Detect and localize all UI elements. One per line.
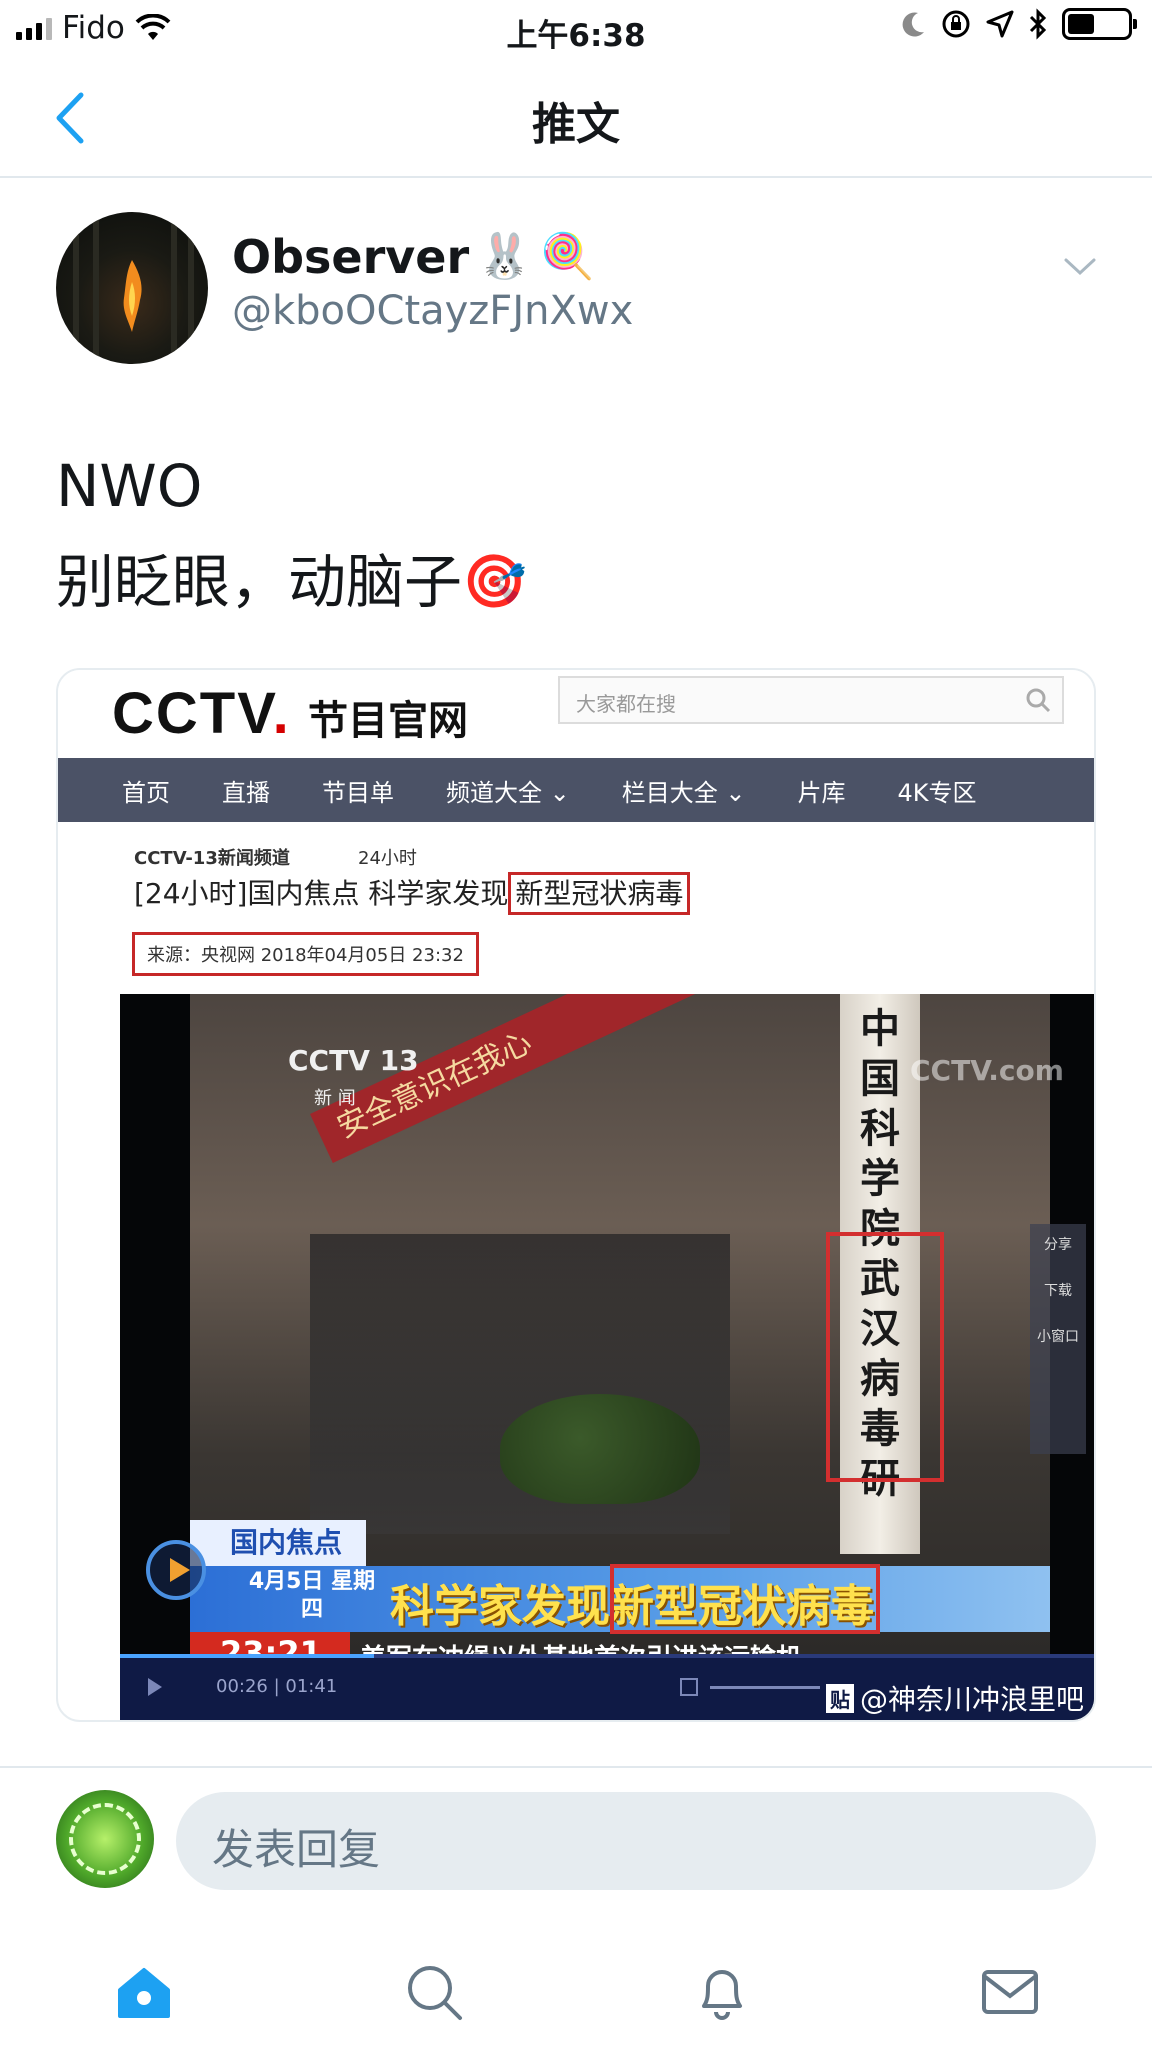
reply-input[interactable]: 发表回复 — [176, 1792, 1096, 1890]
cctv13-mark-sub: 新 闻 — [314, 1088, 356, 1109]
status-right — [900, 8, 1137, 40]
display-name[interactable]: Observer — [232, 230, 469, 284]
share-control: 分享 — [1044, 1237, 1072, 1253]
channel-tag: 24小时 — [358, 848, 417, 869]
cctv-nav-item: 节目单 — [322, 778, 394, 807]
video-time: 00:26 | 01:41 — [216, 1676, 338, 1697]
cctv-nav-item: 直播 — [222, 778, 270, 807]
video-player: 安全意识在我心 中国科学院武汉病毒研 CCTV 13 新 闻 CCTV.com … — [120, 994, 1094, 1720]
credit-text: @神奈川冲浪里吧 — [859, 1683, 1084, 1716]
cctv-nav-item: 片库 — [797, 778, 846, 807]
cctv-search-placeholder: 大家都在搜 — [576, 692, 676, 716]
rotation-lock-icon — [942, 10, 970, 38]
bluetooth-icon — [1029, 8, 1047, 40]
cctv-nav: 首页 直播 节目单 频道大全 ⌄ 栏目大全 ⌄ 片库 4K专区 — [58, 758, 1094, 822]
cctv-watermark: CCTV.com — [910, 1054, 1064, 1087]
location-icon — [986, 10, 1014, 38]
reply-avatar — [56, 1790, 154, 1888]
cctv-logo-sub: 节目官网 — [308, 698, 468, 744]
article-source: 来源：央视网 2018年04月05日 23:32 — [132, 932, 479, 976]
news-lower-third: 国内焦点 4月5日 星期四 科学家发现新型冠状病毒 23:21 美军在冲绳以外基… — [190, 1520, 1050, 1688]
search-tab-icon[interactable] — [402, 1960, 466, 2024]
status-bar: Fido 上午6:38 — [0, 0, 1152, 58]
chevron-down-icon[interactable] — [1060, 246, 1100, 286]
cctv13-mark: CCTV 13 — [288, 1044, 419, 1077]
download-control: 下载 — [1044, 1283, 1072, 1299]
page-title: 推文 — [532, 99, 620, 150]
messages-mail-icon[interactable] — [978, 1960, 1042, 2024]
cctv-nav-item: 4K专区 — [897, 778, 977, 807]
tieba-badge: 贴 — [825, 1683, 854, 1713]
tweet-text-line1: NWO — [56, 452, 203, 520]
cctv-nav-item: 首页 — [122, 778, 170, 807]
user-handle[interactable]: @kboOCtayzFJnXwx — [232, 288, 633, 334]
cctv-article-header: CCTV-13新闻频道 24小时 [24小时]国内焦点 科学家发现 新型冠状病毒 … — [58, 822, 1094, 982]
video-progress — [120, 1654, 1094, 1658]
tweet-text-line2-row: 别眨眼，动脑子 🎯 — [56, 534, 527, 630]
video-controls: 00:26 | 01:41 贴 @神奈川冲浪里吧 — [120, 1654, 1094, 1720]
notifications-bell-icon[interactable] — [690, 1960, 754, 2024]
reply-divider — [0, 1766, 1152, 1768]
name-row: Observer 🐰 🍭 — [232, 230, 595, 284]
video-side-controls: 分享 下载 小窗口 — [1030, 1224, 1086, 1454]
avatar-image — [73, 212, 194, 364]
moon-icon — [902, 12, 924, 37]
volume-icon — [680, 1678, 698, 1696]
cctv-nav-item: 频道大全 ⌄ — [446, 778, 570, 807]
pillar-highlight-box — [826, 1232, 944, 1482]
tab-bar — [0, 1930, 1152, 2048]
nav-bar: 推文 — [0, 58, 1152, 178]
volume-bar — [710, 1686, 820, 1689]
lollipop-emoji-icon: 🍭 — [539, 231, 595, 282]
repost-credit: 贴 @神奈川冲浪里吧 — [825, 1678, 1084, 1718]
headline-highlight-box: 新型冠状病毒 — [508, 872, 691, 915]
reply-placeholder: 发表回复 — [212, 1825, 381, 1874]
rabbit-emoji-icon: 🐰 — [477, 231, 532, 282]
tweet-media-image[interactable]: CCTV. 节目官网 大家都在搜 首页 直播 节目单 频道大全 ⌄ 栏目大全 ⌄… — [56, 668, 1096, 1722]
lower-third-highlight-box — [610, 1564, 880, 1634]
control-play-icon — [148, 1678, 162, 1696]
avatar[interactable] — [56, 212, 208, 364]
home-icon[interactable] — [112, 1960, 176, 2024]
cctv-search-box: 大家都在搜 — [558, 676, 1064, 724]
cctv-logo: CCTV. — [112, 681, 291, 746]
channel-label: CCTV-13新闻频道 — [134, 848, 290, 869]
video-bush — [500, 1394, 700, 1504]
target-emoji-icon: 🎯 — [462, 552, 527, 612]
battery-icon — [1062, 8, 1137, 40]
article-headline: [24小时]国内焦点 科学家发现 新型冠状病毒 — [134, 872, 691, 915]
video-banner: 安全意识在我心 — [310, 994, 841, 1163]
search-icon — [1026, 688, 1051, 713]
play-icon — [146, 1540, 206, 1600]
mini-window-control: 小窗口 — [1037, 1329, 1079, 1345]
cctv-nav-item: 栏目大全 ⌄ — [621, 778, 746, 807]
tweet-text-line2: 别眨眼，动脑子 — [56, 548, 463, 616]
tweet-text: NWO 别眨眼，动脑子 🎯 — [56, 438, 527, 630]
lower-third-date: 4月5日 星期四 — [248, 1569, 376, 1622]
lower-third-tag: 国内焦点 — [190, 1520, 366, 1566]
cctv-header: CCTV. 节目官网 大家都在搜 — [58, 670, 1094, 758]
